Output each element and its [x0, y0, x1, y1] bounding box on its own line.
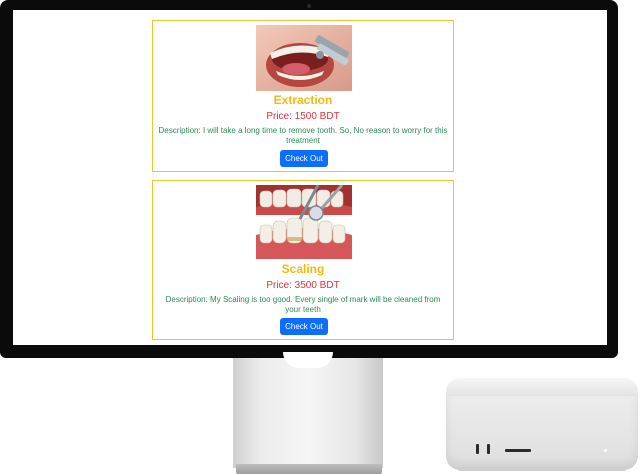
sd-card-slot-icon [505, 449, 531, 452]
service-price: Price: 1500 BDT [266, 111, 340, 122]
desktop-computer [446, 378, 638, 471]
desktop-computer-foot [458, 467, 626, 471]
camera-dot [307, 4, 311, 8]
monitor-screen: Extraction Price: 1500 BDT Description: … [13, 10, 607, 345]
service-price: Price: 3500 BDT [266, 280, 340, 291]
monitor-bezel: Extraction Price: 1500 BDT Description: … [0, 0, 618, 358]
service-description: Description: I will take a long time to … [158, 126, 448, 145]
mockup-stage: Extraction Price: 1500 BDT Description: … [0, 0, 640, 474]
desktop-computer-top [446, 378, 638, 396]
usb-port-icon [487, 444, 490, 454]
check-out-button[interactable]: Check Out [280, 318, 328, 335]
power-led-icon [604, 449, 607, 452]
check-out-button[interactable]: Check Out [280, 150, 328, 167]
monitor-stand [233, 358, 383, 468]
service-title: Scaling [281, 262, 325, 276]
service-description: Description: My Scaling is too good. Eve… [165, 295, 441, 314]
extraction-photo [256, 25, 352, 91]
service-card-extraction: Extraction Price: 1500 BDT Description: … [152, 20, 454, 172]
scaling-photo-image [256, 185, 352, 259]
extraction-photo-image [256, 25, 352, 91]
service-card-scaling: Scaling Price: 3500 BDT Description: My … [152, 180, 454, 340]
usb-port-icon [476, 444, 479, 454]
scaling-photo [256, 185, 352, 259]
service-title: Extraction [273, 93, 333, 107]
monitor-stand-base [236, 464, 382, 474]
